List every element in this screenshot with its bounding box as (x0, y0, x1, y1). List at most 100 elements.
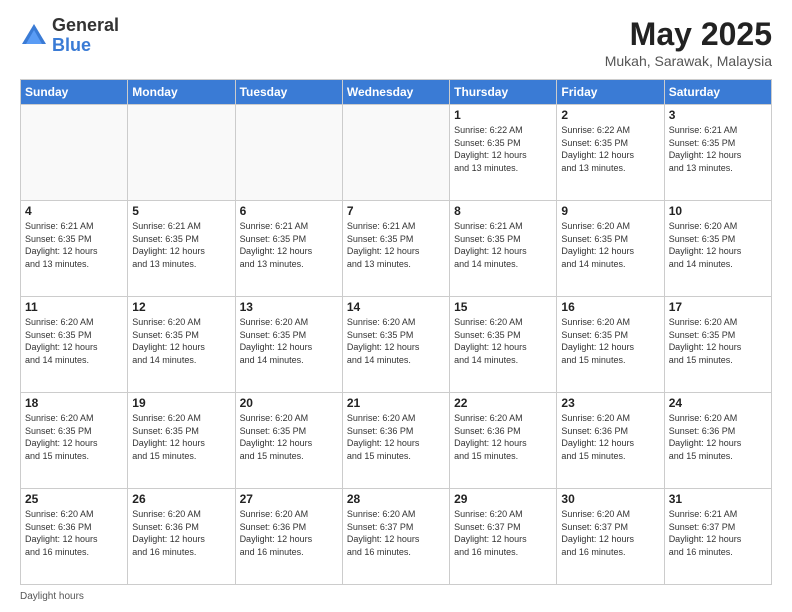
day-info: Sunrise: 6:21 AM Sunset: 6:35 PM Dayligh… (132, 220, 230, 270)
calendar-day-cell: 27Sunrise: 6:20 AM Sunset: 6:36 PM Dayli… (235, 489, 342, 585)
title-block: May 2025 Mukah, Sarawak, Malaysia (605, 16, 772, 69)
calendar-day-cell: 10Sunrise: 6:20 AM Sunset: 6:35 PM Dayli… (664, 201, 771, 297)
day-info: Sunrise: 6:20 AM Sunset: 6:35 PM Dayligh… (240, 412, 338, 462)
day-info: Sunrise: 6:21 AM Sunset: 6:35 PM Dayligh… (669, 124, 767, 174)
calendar-day-header: Sunday (21, 80, 128, 105)
day-number: 1 (454, 108, 552, 122)
calendar-day-header: Saturday (664, 80, 771, 105)
page: General Blue May 2025 Mukah, Sarawak, Ma… (0, 0, 792, 612)
day-number: 21 (347, 396, 445, 410)
header: General Blue May 2025 Mukah, Sarawak, Ma… (20, 16, 772, 69)
footer: Daylight hours (20, 591, 772, 602)
day-number: 17 (669, 300, 767, 314)
calendar-day-cell: 15Sunrise: 6:20 AM Sunset: 6:35 PM Dayli… (450, 297, 557, 393)
day-number: 3 (669, 108, 767, 122)
calendar-day-cell: 14 Sunrise: 6:20 AM Sunset: 6:35 PM Dayli… (342, 297, 449, 393)
day-number: 12 (132, 300, 230, 314)
calendar-day-header: Wednesday (342, 80, 449, 105)
calendar-day-header: Friday (557, 80, 664, 105)
day-number: 7 (347, 204, 445, 218)
calendar-header-row: SundayMondayTuesdayWednesdayThursdayFrid… (21, 80, 772, 105)
calendar-day-cell: 7Sunrise: 6:21 AM Sunset: 6:35 PM Daylig… (342, 201, 449, 297)
calendar-day-cell: 19 Sunrise: 6:20 AM Sunset: 6:35 PM Dayli… (128, 393, 235, 489)
calendar-day-cell (235, 105, 342, 201)
calendar-day-cell (21, 105, 128, 201)
calendar-day-cell: 16 Sunrise: 6:20 AM Sunset: 6:35 PM Dayli… (557, 297, 664, 393)
day-info: Sunrise: 6:20 AM Sunset: 6:35 PM Dayligh… (132, 316, 230, 366)
calendar-week-row: 4 Sunrise: 6:21 AM Sunset: 6:35 PM Daylig… (21, 201, 772, 297)
calendar-day-cell: 1 Sunrise: 6:22 AM Sunset: 6:35 PM Daylig… (450, 105, 557, 201)
day-info: Sunrise: 6:20 AM Sunset: 6:36 PM Dayligh… (132, 508, 230, 558)
day-info: Sunrise: 6:20 AM Sunset: 6:36 PM Dayligh… (347, 412, 445, 462)
day-info: Sunrise: 6:20 AM Sunset: 6:35 PM Dayligh… (669, 316, 767, 366)
day-number: 19 (132, 396, 230, 410)
day-info: Sunrise: 6:20 AM Sunset: 6:35 PM Dayligh… (347, 316, 445, 366)
calendar-day-header: Tuesday (235, 80, 342, 105)
calendar-day-cell: 23Sunrise: 6:20 AM Sunset: 6:36 PM Dayli… (557, 393, 664, 489)
month-title: May 2025 (605, 16, 772, 53)
calendar-week-row: 1 Sunrise: 6:22 AM Sunset: 6:35 PM Daylig… (21, 105, 772, 201)
calendar-day-cell: 17 Sunrise: 6:20 AM Sunset: 6:35 PM Dayli… (664, 297, 771, 393)
calendar-day-cell: 12 Sunrise: 6:20 AM Sunset: 6:35 PM Dayli… (128, 297, 235, 393)
calendar-day-cell: 24 Sunrise: 6:20 AM Sunset: 6:36 PM Dayli… (664, 393, 771, 489)
calendar-day-cell (342, 105, 449, 201)
day-info: Sunrise: 6:20 AM Sunset: 6:36 PM Dayligh… (25, 508, 123, 558)
day-number: 20 (240, 396, 338, 410)
day-info: Sunrise: 6:20 AM Sunset: 6:37 PM Dayligh… (347, 508, 445, 558)
calendar-day-cell: 20 Sunrise: 6:20 AM Sunset: 6:35 PM Dayli… (235, 393, 342, 489)
day-info: Sunrise: 6:20 AM Sunset: 6:35 PM Dayligh… (25, 412, 123, 462)
day-info: Sunrise: 6:22 AM Sunset: 6:35 PM Dayligh… (454, 124, 552, 174)
day-number: 25 (25, 492, 123, 506)
calendar-day-header: Thursday (450, 80, 557, 105)
calendar-day-cell: 26 Sunrise: 6:20 AM Sunset: 6:36 PM Dayli… (128, 489, 235, 585)
day-number: 24 (669, 396, 767, 410)
day-number: 18 (25, 396, 123, 410)
calendar-day-cell: 3 Sunrise: 6:21 AM Sunset: 6:35 PM Daylig… (664, 105, 771, 201)
day-number: 4 (25, 204, 123, 218)
day-info: Sunrise: 6:20 AM Sunset: 6:35 PM Dayligh… (669, 220, 767, 270)
day-number: 8 (454, 204, 552, 218)
day-info: Sunrise: 6:20 AM Sunset: 6:37 PM Dayligh… (454, 508, 552, 558)
day-info: Sunrise: 6:20 AM Sunset: 6:36 PM Dayligh… (240, 508, 338, 558)
day-info: Sunrise: 6:21 AM Sunset: 6:37 PM Dayligh… (669, 508, 767, 558)
day-info: Sunrise: 6:20 AM Sunset: 6:36 PM Dayligh… (561, 412, 659, 462)
logo: General Blue (20, 16, 119, 56)
day-info: Sunrise: 6:20 AM Sunset: 6:35 PM Dayligh… (561, 220, 659, 270)
day-info: Sunrise: 6:21 AM Sunset: 6:35 PM Dayligh… (454, 220, 552, 270)
logo-text: General Blue (52, 16, 119, 56)
day-info: Sunrise: 6:22 AM Sunset: 6:35 PM Dayligh… (561, 124, 659, 174)
day-number: 22 (454, 396, 552, 410)
day-info: Sunrise: 6:20 AM Sunset: 6:36 PM Dayligh… (454, 412, 552, 462)
day-number: 14 (347, 300, 445, 314)
day-info: Sunrise: 6:20 AM Sunset: 6:35 PM Dayligh… (132, 412, 230, 462)
calendar-day-cell: 2 Sunrise: 6:22 AM Sunset: 6:35 PM Daylig… (557, 105, 664, 201)
calendar-day-cell: 8 Sunrise: 6:21 AM Sunset: 6:35 PM Daylig… (450, 201, 557, 297)
calendar-day-cell (128, 105, 235, 201)
day-number: 2 (561, 108, 659, 122)
calendar-day-header: Monday (128, 80, 235, 105)
calendar-day-cell: 30Sunrise: 6:20 AM Sunset: 6:37 PM Dayli… (557, 489, 664, 585)
daylight-label: Daylight hours (20, 591, 84, 602)
day-number: 26 (132, 492, 230, 506)
day-number: 16 (561, 300, 659, 314)
day-info: Sunrise: 6:21 AM Sunset: 6:35 PM Dayligh… (240, 220, 338, 270)
calendar-table: SundayMondayTuesdayWednesdayThursdayFrid… (20, 79, 772, 585)
calendar-day-cell: 21 Sunrise: 6:20 AM Sunset: 6:36 PM Dayli… (342, 393, 449, 489)
logo-icon (20, 22, 48, 50)
calendar-day-cell: 31 Sunrise: 6:21 AM Sunset: 6:37 PM Dayli… (664, 489, 771, 585)
calendar-week-row: 11Sunrise: 6:20 AM Sunset: 6:35 PM Dayli… (21, 297, 772, 393)
day-number: 5 (132, 204, 230, 218)
calendar-day-cell: 29Sunrise: 6:20 AM Sunset: 6:37 PM Dayli… (450, 489, 557, 585)
day-number: 6 (240, 204, 338, 218)
day-info: Sunrise: 6:20 AM Sunset: 6:35 PM Dayligh… (454, 316, 552, 366)
day-number: 31 (669, 492, 767, 506)
day-number: 13 (240, 300, 338, 314)
day-info: Sunrise: 6:20 AM Sunset: 6:36 PM Dayligh… (669, 412, 767, 462)
day-info: Sunrise: 6:20 AM Sunset: 6:35 PM Dayligh… (561, 316, 659, 366)
calendar-day-cell: 5 Sunrise: 6:21 AM Sunset: 6:35 PM Daylig… (128, 201, 235, 297)
day-info: Sunrise: 6:20 AM Sunset: 6:35 PM Dayligh… (240, 316, 338, 366)
calendar-day-cell: 25 Sunrise: 6:20 AM Sunset: 6:36 PM Dayli… (21, 489, 128, 585)
calendar-day-cell: 9Sunrise: 6:20 AM Sunset: 6:35 PM Daylig… (557, 201, 664, 297)
calendar-day-cell: 4Sunrise: 6:21 AM Sunset: 6:35 PM Daylig… (21, 201, 128, 297)
logo-blue: Blue (52, 36, 119, 56)
